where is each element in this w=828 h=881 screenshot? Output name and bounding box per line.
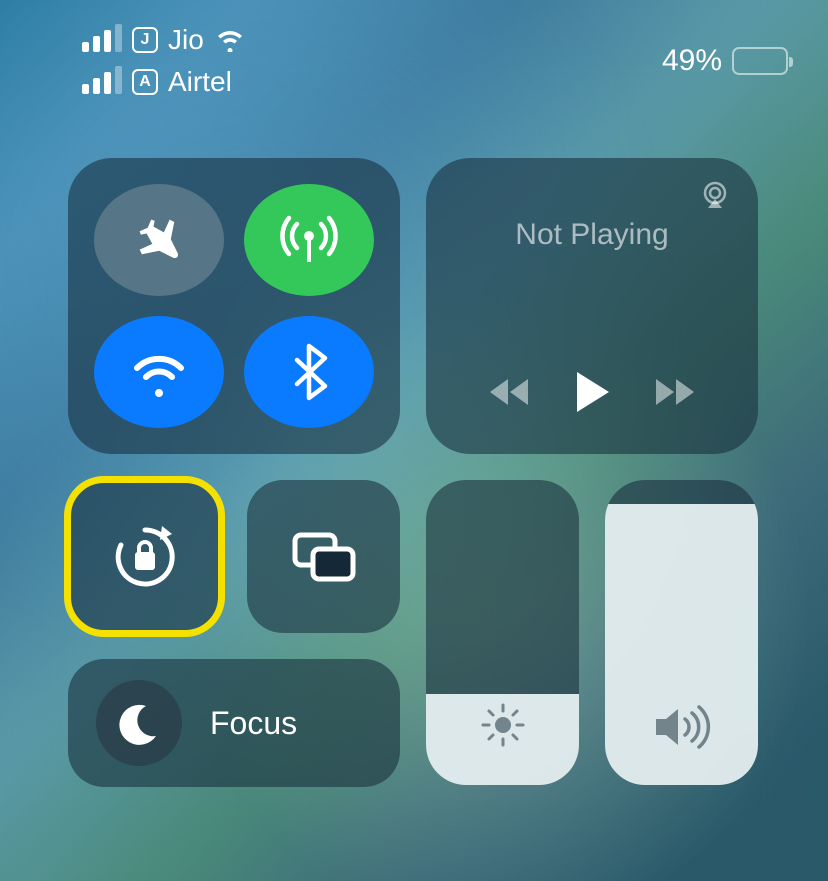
screen-mirroring-icon	[289, 529, 359, 585]
play-button[interactable]	[573, 370, 611, 414]
wifi-icon	[214, 28, 246, 52]
media-status: Not Playing	[454, 218, 730, 252]
speaker-icon	[652, 703, 712, 751]
signal-bars-icon	[82, 70, 122, 94]
status-left: J Jio A Airtel	[82, 24, 246, 98]
battery-icon	[732, 47, 788, 75]
connectivity-panel	[68, 158, 400, 454]
orientation-lock-button[interactable]	[68, 480, 221, 633]
screen-mirroring-button[interactable]	[247, 480, 400, 633]
rotation-lock-icon	[106, 518, 184, 596]
moon-icon	[116, 700, 162, 746]
airplay-icon[interactable]	[698, 180, 732, 210]
bluetooth-icon	[289, 342, 329, 402]
focus-button[interactable]: Focus	[68, 659, 400, 787]
airplane-mode-button[interactable]	[94, 184, 224, 296]
antenna-icon	[277, 208, 341, 272]
wifi-button[interactable]	[94, 316, 224, 428]
focus-label: Focus	[210, 705, 297, 742]
status-right: 49%	[662, 24, 788, 98]
carrier-row-2: A Airtel	[82, 66, 246, 98]
focus-circle	[96, 680, 182, 766]
cellular-data-button[interactable]	[244, 184, 374, 296]
carrier-name-2: Airtel	[168, 66, 232, 98]
sim-badge-2: A	[132, 69, 158, 95]
wifi-icon	[128, 347, 190, 397]
media-controls	[454, 370, 730, 414]
status-bar: J Jio A Airtel 49%	[0, 0, 828, 110]
battery-percent: 49%	[662, 44, 722, 78]
media-panel[interactable]: Not Playing	[426, 158, 758, 454]
brightness-slider[interactable]	[426, 480, 579, 785]
fast-forward-button[interactable]	[652, 377, 698, 407]
airplane-icon	[130, 211, 188, 269]
carrier-row-1: J Jio	[82, 24, 246, 56]
bluetooth-button[interactable]	[244, 316, 374, 428]
volume-slider[interactable]	[605, 480, 758, 785]
carrier-name-1: Jio	[168, 24, 204, 56]
rewind-button[interactable]	[486, 377, 532, 407]
brightness-icon	[477, 699, 529, 751]
control-center: Not Playing	[0, 110, 828, 787]
signal-bars-icon	[82, 28, 122, 52]
sim-badge-1: J	[132, 27, 158, 53]
